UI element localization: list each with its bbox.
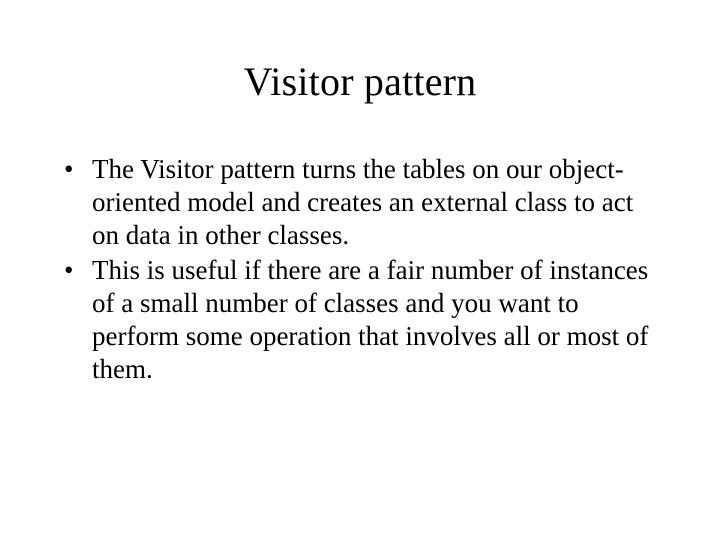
list-item: This is useful if there are a fair numbe… [56,254,664,386]
slide-title: Visitor pattern [0,0,720,153]
slide: Visitor pattern The Visitor pattern turn… [0,0,720,540]
slide-body: The Visitor pattern turns the tables on … [0,153,720,386]
list-item: The Visitor pattern turns the tables on … [56,153,664,252]
bullet-list: The Visitor pattern turns the tables on … [56,153,664,386]
